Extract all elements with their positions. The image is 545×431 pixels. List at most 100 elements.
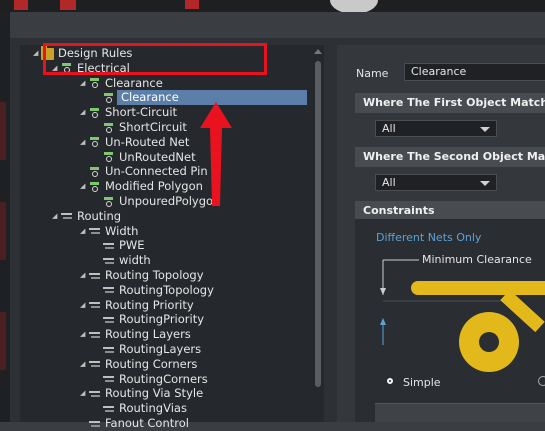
expand-toggle-icon[interactable]: ◢ [80, 298, 88, 313]
rule-icon [102, 92, 115, 104]
expand-toggle-icon[interactable]: ◢ [80, 224, 88, 239]
chevron-down-icon [480, 127, 490, 132]
scroll-up-arrow-icon[interactable] [314, 49, 322, 54]
routing-icon [88, 270, 101, 282]
expand-toggle-icon[interactable]: ◢ [52, 209, 60, 224]
dialog-title-bar [10, 12, 545, 38]
scroll-thumb[interactable] [315, 61, 321, 387]
tree-item-label: Un-Routed Net [105, 134, 190, 149]
tree-item[interactable]: ShortCircuit [100, 120, 187, 135]
rule-icon [88, 166, 101, 178]
first-object-value: All [382, 122, 396, 135]
advanced-mode-radio[interactable] [538, 376, 545, 386]
chevron-down-icon [480, 181, 490, 186]
tree-item[interactable]: ◢ Short-Circuit [80, 105, 177, 120]
tree-item-label: Un-Connected Pin [105, 164, 208, 179]
tree-item-label: Routing Topology [105, 268, 204, 282]
tree-item[interactable]: width [100, 253, 151, 268]
simple-mode-radio[interactable] [385, 376, 395, 386]
routing-icon [102, 314, 115, 326]
second-object-value: All [382, 176, 396, 189]
expand-toggle-icon[interactable]: ◢ [80, 76, 88, 91]
tree-item[interactable]: ◢ Routing Corners [80, 357, 197, 372]
tree-item[interactable]: ◢ Modified Polygon [80, 179, 203, 194]
tree-item[interactable]: ◢ Routing Topology [80, 268, 204, 283]
tree-item[interactable]: Fanout Control [80, 416, 189, 431]
tree-scrollbar[interactable] [314, 49, 322, 422]
tree-item[interactable]: ◢ Width [80, 224, 138, 239]
tree-item-label: Routing Corners [105, 356, 198, 371]
tree-item[interactable]: RoutingLayers [100, 342, 201, 357]
different-nets-only-label[interactable]: Different Nets Only [376, 231, 481, 244]
expand-toggle-icon[interactable]: ◢ [33, 46, 41, 61]
tree-item[interactable]: ◢ Routing Layers [80, 327, 191, 342]
routing-icon [60, 210, 73, 222]
clearance-table-header [375, 403, 545, 422]
pcb-pad-red [14, 0, 28, 10]
simple-mode-label: Simple [403, 376, 441, 389]
routing-icon [88, 358, 101, 370]
rule-icon [102, 122, 115, 134]
background-editor-strip [0, 0, 545, 14]
rule-icon [88, 136, 101, 148]
expand-toggle-icon[interactable]: ◢ [80, 327, 88, 342]
tree-item[interactable]: RoutingTopology [100, 283, 214, 298]
tree-item-label: Routing Priority [105, 297, 194, 312]
tree-item[interactable]: ◢ Clearance [80, 76, 163, 91]
tree-item-label: ShortCircuit [119, 120, 187, 134]
tree-item[interactable]: Clearance [100, 90, 181, 105]
routing-icon [102, 255, 115, 267]
rule-icon [102, 196, 115, 208]
second-object-header: Where The Second Object Matches [355, 147, 545, 167]
tree-item-label: RoutingTopology [119, 282, 214, 297]
rule-name-input[interactable]: Clearance [404, 63, 545, 81]
pcb-pad-red [185, 0, 199, 9]
tree-item[interactable]: ◢ Routing Via Style [80, 386, 203, 401]
expand-toggle-icon[interactable]: ◢ [80, 179, 88, 194]
tree-item[interactable]: ◢ Routing [52, 209, 121, 224]
name-label: Name [356, 67, 389, 80]
rule-icon [88, 107, 101, 119]
pcb-track [0, 312, 6, 370]
expand-toggle-icon[interactable]: ◢ [80, 357, 88, 372]
second-object-combo[interactable]: All [375, 174, 497, 191]
tree-item[interactable]: RoutingVias [100, 401, 187, 416]
rule-properties-panel: Name Clearance Where The First Object Ma… [337, 45, 545, 422]
pcb-track [0, 102, 6, 160]
routing-icon [88, 225, 101, 237]
tree-item[interactable]: PWE [100, 238, 145, 253]
routing-icon [88, 418, 101, 430]
expand-toggle-icon[interactable]: ◢ [80, 386, 88, 401]
tree-item-label: Clearance [119, 90, 181, 105]
expand-toggle-icon[interactable]: ◢ [80, 135, 88, 150]
clearance-diagram [380, 259, 545, 372]
tree-item[interactable]: RoutingPriority [100, 312, 204, 327]
background-editor-edge [0, 12, 10, 422]
tree-item-label: Routing Layers [105, 327, 191, 342]
annotation-arrow-icon [200, 102, 232, 206]
routing-icon [102, 240, 115, 252]
tree-item[interactable]: Un-Connected Pin [80, 164, 208, 179]
tree-item[interactable]: UnRoutedNet [100, 150, 196, 165]
routing-icon [102, 344, 115, 356]
rule-icon [88, 181, 101, 193]
tree-item-label: Short-Circuit [105, 105, 178, 120]
routing-icon [88, 388, 101, 400]
tree-item-label: Modified Polygon [105, 179, 203, 194]
first-object-header: Where The First Object Matches [355, 93, 545, 113]
tree-item-label: Clearance [105, 75, 163, 90]
expand-toggle-icon[interactable]: ◢ [80, 268, 88, 283]
tree-item[interactable]: ◢ Un-Routed Net [80, 135, 189, 150]
tree-item-label: UnRoutedNet [119, 149, 196, 164]
tree-item-label: RoutingVias [119, 401, 187, 416]
tree-item[interactable]: RoutingCorners [100, 372, 208, 387]
tree-item-label: RoutingCorners [119, 371, 208, 386]
first-object-combo[interactable]: All [375, 120, 497, 137]
tree-item-label: RoutingPriority [119, 312, 205, 327]
routing-icon [88, 299, 101, 311]
routing-icon [102, 403, 115, 415]
tree-item-label: Fanout Control [105, 416, 189, 430]
tree-item-label: Routing [77, 208, 122, 223]
tree-item[interactable]: ◢ Routing Priority [80, 298, 194, 313]
expand-toggle-icon[interactable]: ◢ [80, 105, 88, 120]
